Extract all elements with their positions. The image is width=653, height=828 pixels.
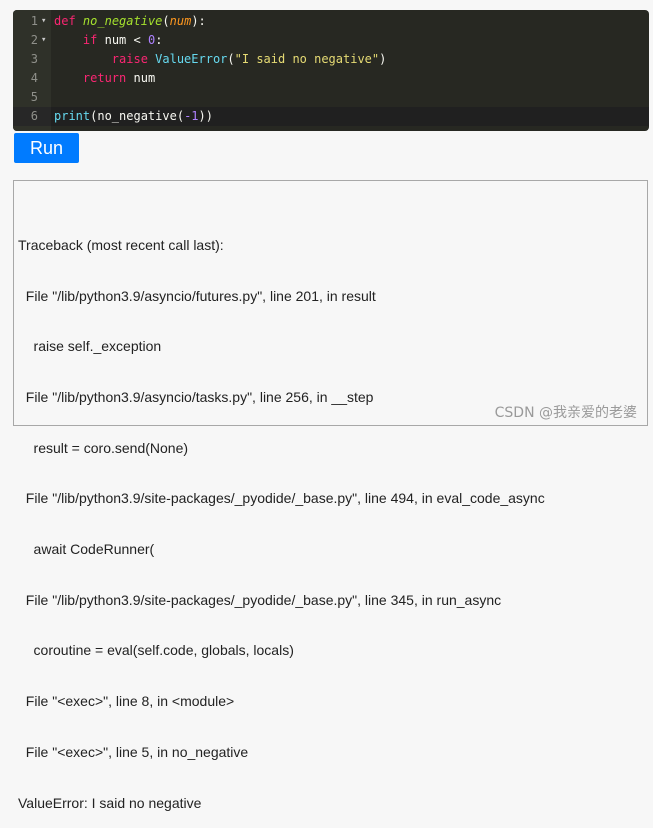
variable: num [104,33,127,47]
code-line[interactable]: 3 raise ValueError("I said no negative") [13,50,649,69]
paren: )) [198,109,213,123]
code-text: print(no_negative(-1)) [54,107,213,126]
code-line-active[interactable]: 6 print(no_negative(-1)) [13,107,649,126]
paren: ( [162,14,170,28]
code-text: if num < 0: [54,31,163,50]
code-line[interactable]: 5 [13,88,649,107]
run-button[interactable]: Run [14,133,79,163]
builtin-function: print [54,109,91,123]
keyword: raise [111,52,148,66]
paren: ) [379,52,387,66]
parameter: num [169,14,192,28]
code-text: def no_negative(num): [54,12,206,31]
output-line: coroutine = eval(self.code, globals, loc… [18,642,294,659]
code-line[interactable]: 4 return num [13,69,649,88]
watermark: CSDN @我亲爱的老婆 [494,405,637,421]
output-line: File "/lib/python3.9/site-packages/_pyod… [18,591,502,608]
function-name: no_negative [82,14,163,28]
number-literal: -1 [184,109,199,123]
paren: ( [176,109,185,123]
line-number: 5 [30,90,38,104]
code-editor[interactable]: 1 ▾ def no_negative(num): 2 ▾ if num < 0… [13,10,649,131]
keyword: if [82,33,98,47]
output-line: ValueError: I said no negative [18,794,202,811]
output-line: await CodeRunner( [18,541,155,558]
line-number: 6 [13,107,51,126]
code-line[interactable]: 1 ▾ def no_negative(num): [13,12,649,31]
output-line: Traceback (most recent call last): [18,236,224,253]
output-line: File "/lib/python3.9/site-packages/_pyod… [18,490,545,507]
function-call: no_negative [97,109,177,123]
output-line: File "<exec>", line 5, in no_negative [18,743,249,760]
output-line: File "/lib/python3.9/asyncio/futures.py"… [18,287,376,304]
output-line: File "<exec>", line 8, in <module> [18,693,235,710]
keyword: return [82,71,127,85]
fold-arrow-icon[interactable]: ▾ [41,12,49,31]
colon: : [155,33,163,47]
code-text: raise ValueError("I said no negative") [54,50,387,69]
operator: < [126,33,148,47]
output-line: raise self._exception [18,338,162,355]
class-name: ValueError [155,52,228,66]
string-literal: "I said no negative" [234,52,380,66]
code-text: return num [54,69,155,88]
variable: num [133,71,156,85]
line-number: 4 [30,71,38,85]
output-console: Traceback (most recent call last): File … [13,180,648,811]
output-line: result = coro.send(None) [18,439,189,456]
line-number: 3 [30,52,38,66]
code-line[interactable]: 2 ▾ if num < 0: [13,31,649,50]
paren: ( [227,52,235,66]
fold-arrow-icon[interactable]: ▾ [41,31,49,50]
paren: ): [191,14,206,28]
keyword: def [54,14,76,28]
